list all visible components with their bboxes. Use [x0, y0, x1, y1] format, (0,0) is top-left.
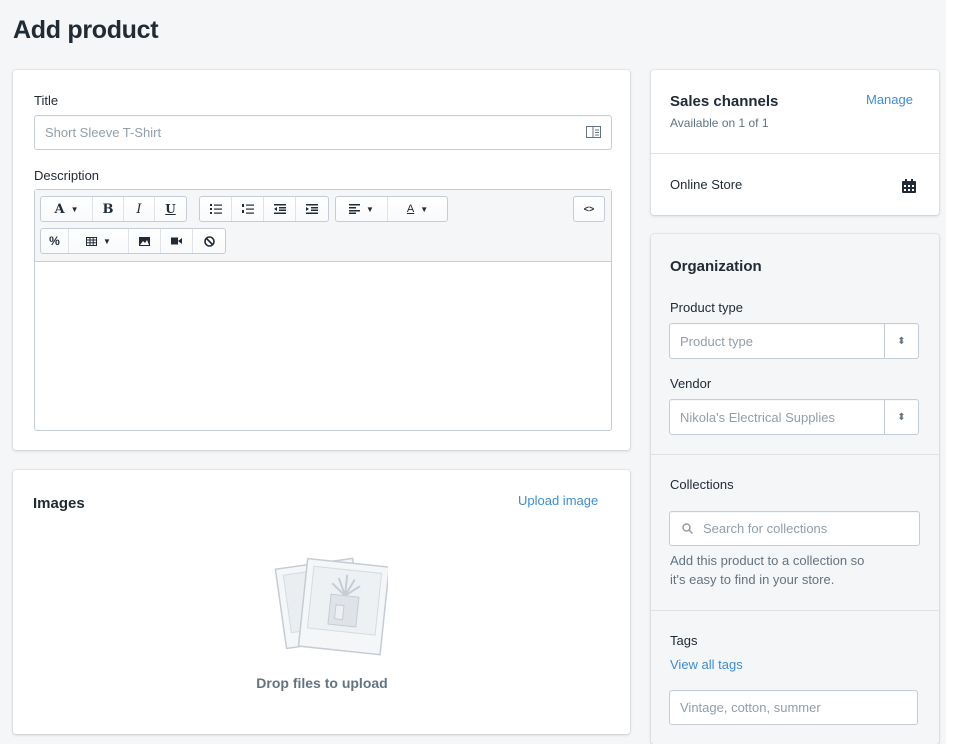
bold-icon: B [102, 201, 114, 217]
align-dropdown[interactable]: ▼ [336, 197, 388, 221]
indent-button[interactable] [296, 197, 328, 221]
drop-files-text: Drop files to upload [256, 675, 388, 691]
outdent-button[interactable] [264, 197, 296, 221]
search-icon [682, 523, 693, 534]
photos-illustration-icon [274, 557, 388, 656]
page-title: Add product [13, 16, 159, 44]
table-icon [86, 236, 98, 246]
drop-zone[interactable]: Drop files to upload [33, 530, 611, 725]
numbered-list-icon [241, 204, 254, 214]
toolbar-group-align: ▼ A ▼ [335, 196, 448, 222]
video-icon [171, 237, 182, 245]
online-store-label: Online Store [670, 177, 743, 192]
underline-button[interactable]: U [155, 197, 186, 221]
italic-button[interactable]: I [124, 197, 155, 221]
product-type-select[interactable]: Product type ⬍ [669, 323, 919, 359]
title-placeholder: Short Sleeve T-Shirt [45, 125, 162, 140]
product-type-placeholder: Product type [680, 333, 753, 349]
bullet-list-button[interactable] [200, 197, 232, 221]
organization-card: Organization Product type Product type ⬍… [651, 234, 939, 744]
toolbar-group-html: <> [573, 196, 605, 222]
page: Add product Title Short Sleeve T-Shirt D… [0, 0, 946, 744]
html-source-button[interactable]: <> [574, 197, 604, 221]
bold-button[interactable]: B [93, 197, 124, 221]
calendar-icon[interactable] [902, 179, 916, 198]
toolbar-group-lists [199, 196, 329, 222]
text-color-dropdown[interactable]: A ▼ [388, 197, 447, 221]
divider [651, 454, 939, 455]
font-icon: A [54, 201, 65, 217]
collections-search-input[interactable]: Search for collections [669, 511, 920, 546]
vendor-select[interactable]: Nikola's Electrical Supplies ⬍ [669, 399, 919, 435]
bullet-list-icon [209, 204, 222, 214]
clear-formatting-icon [203, 235, 215, 247]
images-heading: Images [33, 495, 85, 512]
insert-video-button[interactable] [161, 229, 193, 253]
image-icon [139, 236, 150, 246]
manage-link[interactable]: Manage [866, 92, 913, 107]
editor-content-area[interactable] [35, 263, 611, 430]
toolbar-group-format: A ▼ B I U [40, 196, 187, 222]
indent-icon [306, 204, 318, 214]
collections-label: Collections [670, 477, 734, 492]
vendor-placeholder: Nikola's Electrical Supplies [680, 409, 835, 425]
select-arrows-icon: ⬍ [884, 400, 918, 434]
text-color-icon: A [406, 203, 415, 215]
italic-icon: I [136, 201, 142, 217]
clear-formatting-button[interactable] [193, 229, 225, 253]
product-type-label: Product type [670, 300, 743, 315]
insert-table-dropdown[interactable]: ▼ [69, 229, 129, 253]
insert-image-button[interactable] [129, 229, 161, 253]
toolbar-group-insert: % ▼ [40, 228, 226, 254]
tags-input[interactable]: Vintage, cotton, summer [669, 690, 918, 725]
editor-toolbar: A ▼ B I U ▼ A ▼ <> % ▼ [35, 190, 611, 262]
title-input[interactable]: Short Sleeve T-Shirt [34, 115, 612, 150]
collections-help-line2: it's easy to find in your store. [670, 572, 835, 587]
font-style-dropdown[interactable]: A ▼ [41, 197, 93, 221]
divider [651, 610, 939, 611]
description-editor: A ▼ B I U ▼ A ▼ <> % ▼ [34, 189, 612, 431]
chevron-down-icon: ▼ [366, 204, 374, 214]
sales-channels-heading: Sales channels [670, 93, 779, 110]
chevron-down-icon: ▼ [420, 204, 429, 214]
description-label: Description [34, 168, 100, 183]
code-icon: <> [583, 204, 595, 214]
title-label: Title [34, 93, 59, 108]
align-left-icon [349, 204, 361, 214]
collections-placeholder: Search for collections [703, 521, 828, 536]
chevron-down-icon: ▼ [70, 204, 79, 214]
sales-channels-card: Sales channels Manage Available on 1 of … [651, 70, 939, 215]
card-icon [586, 126, 601, 141]
select-arrows-icon: ⬍ [884, 324, 918, 358]
availability-text: Available on 1 of 1 [670, 116, 769, 130]
insert-link-button[interactable]: % [41, 229, 69, 253]
chevron-down-icon: ▼ [103, 236, 111, 246]
tags-placeholder: Vintage, cotton, summer [680, 700, 821, 715]
tags-label: Tags [670, 633, 698, 648]
collections-help-line1: Add this product to a collection so [670, 553, 865, 568]
product-details-card: Title Short Sleeve T-Shirt Description A… [13, 70, 630, 450]
images-card: Images Upload image Drop files to upload [13, 470, 630, 734]
upload-image-link[interactable]: Upload image [518, 493, 598, 508]
outdent-icon [273, 204, 286, 214]
underline-icon: U [165, 202, 176, 216]
view-all-tags-link[interactable]: View all tags [670, 657, 743, 672]
vendor-label: Vendor [670, 376, 712, 391]
divider [651, 153, 939, 154]
link-icon: % [49, 234, 60, 248]
organization-heading: Organization [670, 258, 762, 275]
numbered-list-button[interactable] [232, 197, 264, 221]
